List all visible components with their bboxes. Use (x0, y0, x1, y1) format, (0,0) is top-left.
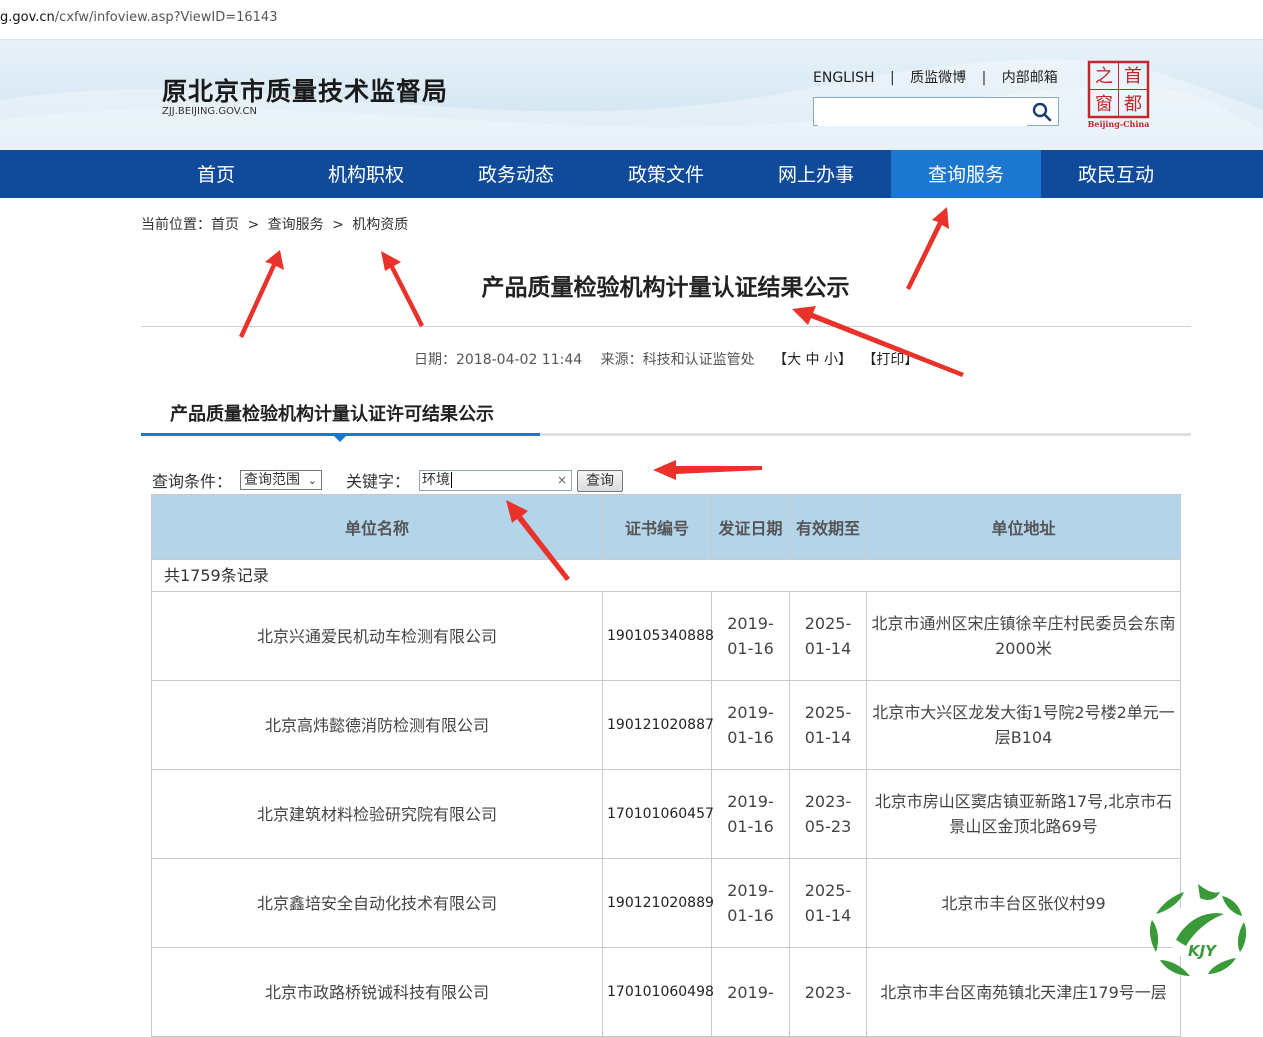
expire-date: 2023- (789, 947, 867, 1037)
expire-date: 2025-01-14 (789, 680, 867, 770)
main-nav: 首页 机构职权 政务动态 政策文件 网上办事 查询服务 政民互动 (0, 150, 1263, 198)
col-cert-no: 证书编号 (602, 494, 712, 560)
table-row: 北京兴通爱民机动车检测有限公司 190105340888 2019-01-16 … (151, 591, 1181, 681)
issue-date: 2019- (711, 947, 790, 1037)
col-address: 单位地址 (866, 494, 1181, 560)
col-unit-name: 单位名称 (151, 494, 603, 560)
expire-date: 2025-01-14 (789, 858, 867, 948)
address: 北京市丰台区张仪村99 (866, 858, 1181, 948)
expire-date: 2025-01-14 (789, 591, 867, 681)
nav-interaction[interactable]: 政民互动 (1041, 150, 1191, 198)
cert-no: 190121020887 (602, 680, 714, 770)
nav-online-service[interactable]: 网上办事 (741, 150, 891, 198)
article-source: 来源：科技和认证监管处 (600, 352, 755, 368)
breadcrumb-label: 当前位置： (141, 217, 211, 233)
font-size-switch[interactable]: 【大 中 小】 (773, 352, 852, 368)
breadcrumb-separator: > (247, 217, 260, 233)
cert-no: 170101060457 (602, 769, 714, 859)
record-count-row: 共1759条记录 (151, 559, 1181, 592)
breadcrumb-qualification[interactable]: 机构资质 (352, 217, 408, 233)
section-title: 产品质量检验机构计量认证许可结果公示 (170, 404, 494, 425)
address: 北京市通州区宋庄镇徐辛庄村民委员会东南2000米 (866, 591, 1181, 681)
cert-no: 190121020889 (602, 858, 714, 948)
record-count: 共1759条记录 (151, 559, 1181, 592)
issue-date: 2019-01-16 (711, 858, 790, 948)
cert-no: 190105340888 (602, 591, 714, 681)
table-row: 北京建筑材料检验研究院有限公司 170101060457 2019-01-16 … (151, 769, 1181, 859)
nav-institution[interactable]: 机构职权 (291, 150, 441, 198)
divider (141, 326, 1191, 327)
separator: | (889, 70, 895, 86)
arrow-annotation (653, 460, 762, 480)
nav-home[interactable]: 首页 (141, 150, 291, 198)
breadcrumb: 当前位置：首页 > 查询服务 > 机构资质 (141, 214, 412, 234)
nav-policy[interactable]: 政策文件 (591, 150, 741, 198)
english-link[interactable]: ENGLISH (813, 70, 875, 86)
svg-text:之: 之 (1095, 66, 1113, 87)
clear-icon[interactable]: × (557, 471, 567, 490)
unit-name: 北京鑫培安全自动化技术有限公司 (151, 858, 603, 948)
results-table: 单位名称 证书编号 发证日期 有效期至 单位地址 共1759条记录 北京兴通爱民… (151, 494, 1181, 1037)
breadcrumb-home[interactable]: 首页 (211, 217, 239, 233)
svg-text:首: 首 (1124, 66, 1142, 87)
issue-date: 2019-01-16 (711, 769, 790, 859)
weibo-link[interactable]: 质监微博 (910, 67, 966, 87)
top-links: ENGLISH | 质监微博 | 内部邮箱 (813, 67, 1058, 87)
capital-window-seal-logo[interactable]: 首 都 之 窗 Beijing-China (1086, 60, 1151, 130)
unit-name: 北京建筑材料检验研究院有限公司 (151, 769, 603, 859)
section-tab-underline (141, 433, 1191, 442)
keyword-input[interactable]: 环境 × (419, 470, 572, 491)
unit-name: 北京兴通爱民机动车检测有限公司 (151, 591, 603, 681)
svg-text:Beijing-China: Beijing-China (1088, 119, 1150, 129)
table-row: 北京市政路桥锐诚科技有限公司 170101060498 2019- 2023- … (151, 947, 1181, 1037)
unit-name: 北京高炜懿德消防检测有限公司 (151, 680, 603, 770)
table-row: 北京鑫培安全自动化技术有限公司 190121020889 2019-01-16 … (151, 858, 1181, 948)
article-meta: 日期：2018-04-02 11:44 来源：科技和认证监管处 【大 中 小】 … (414, 349, 932, 369)
query-button[interactable]: 查询 (577, 470, 623, 492)
expire-date: 2023-05-23 (789, 769, 867, 859)
url-text: g.gov.cn/cxfw/infoview.asp?ViewID=16143 (0, 10, 278, 25)
table-row: 北京高炜懿德消防检测有限公司 190121020887 2019-01-16 2… (151, 680, 1181, 770)
scope-select[interactable]: 查询范围 ⌄ (240, 470, 322, 490)
page-title: 产品质量检验机构计量认证结果公示 (481, 275, 850, 301)
separator: | (981, 70, 987, 86)
nav-news[interactable]: 政务动态 (441, 150, 591, 198)
issue-date: 2019-01-16 (711, 591, 790, 681)
table-header: 单位名称 证书编号 发证日期 有效期至 单位地址 (151, 494, 1181, 560)
svg-text:KJY: KJY (1188, 942, 1218, 960)
chevron-down-icon: ⌄ (307, 474, 317, 487)
address: 北京市房山区窦店镇亚新路17号,北京市石景山区金顶北路69号 (866, 769, 1181, 859)
address: 北京市丰台区南苑镇北天津庄179号一层 (866, 947, 1181, 1037)
site-subtitle: ZJJ.BEIJING.GOV.CN (162, 106, 257, 117)
unit-name: 北京市政路桥锐诚科技有限公司 (151, 947, 603, 1037)
internal-mail-link[interactable]: 内部邮箱 (1002, 67, 1058, 87)
article-date: 日期：2018-04-02 11:44 (414, 352, 583, 368)
print-link[interactable]: 【打印】 (862, 352, 918, 368)
issue-date: 2019-01-16 (711, 680, 790, 770)
nav-query-service[interactable]: 查询服务 (891, 150, 1041, 198)
cert-no: 170101060498 (602, 947, 714, 1037)
breadcrumb-separator: > (332, 217, 344, 233)
col-expire-date: 有效期至 (789, 494, 867, 560)
site-search (813, 97, 1059, 126)
breadcrumb-query-service[interactable]: 查询服务 (268, 217, 324, 233)
keyword-label: 关键字： (346, 472, 411, 491)
col-issue-date: 发证日期 (711, 494, 790, 560)
site-search-input[interactable] (818, 99, 1027, 126)
search-icon[interactable] (1032, 102, 1052, 122)
svg-text:都: 都 (1124, 94, 1142, 115)
svg-text:窗: 窗 (1095, 94, 1113, 115)
address: 北京市大兴区龙发大街1号院2号楼2单元一层B104 (866, 680, 1181, 770)
condition-label: 查询条件： (152, 472, 233, 491)
site-header: 原北京市质量技术监督局 ZJJ.BEIJING.GOV.CN ENGLISH |… (0, 40, 1263, 150)
kjy-watermark-logo: KJY (1149, 884, 1247, 976)
address-bar[interactable]: g.gov.cn/cxfw/infoview.asp?ViewID=16143 (0, 0, 1263, 40)
site-title: 原北京市质量技术监督局 (162, 77, 449, 106)
